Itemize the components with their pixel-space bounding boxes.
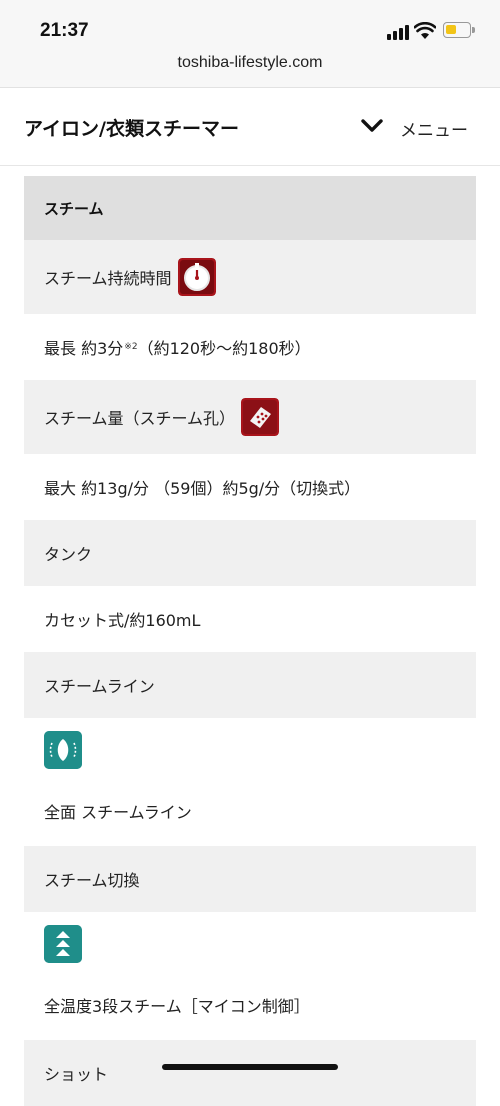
three-level-steam-icon [44,925,82,963]
steam-hole-icon [241,398,280,436]
spec-value-row: 最長 約3分 ※2 （約120秒〜約180秒） [24,314,476,380]
spec-value-row: 全面 スチームライン [24,776,476,846]
spec-label: スチーム持続時間 [44,269,172,288]
spec-label-row: スチーム量（スチーム孔） [24,380,476,454]
spec-value-row: 全温度3段スチーム［マイコン制御］ [24,970,476,1040]
spec-value: カセット式/約160mL [44,611,201,630]
spec-value: 全面 スチームライン [44,803,192,822]
spec-table: スチーム スチーム持続時間 最長 約3分 ※2 （約120秒〜約180秒） スチ… [24,176,476,1106]
section-title: スチーム [24,176,476,240]
spec-label: タンク [44,545,93,564]
spec-label-row: スチーム切換 [24,846,476,912]
spec-value-row: 最大 約13g/分 （59個）約5g/分（切換式） [24,454,476,520]
spec-value: 最長 約3分 [44,339,124,358]
spec-value: 最大 約13g/分 （59個）約5g/分（切換式） [44,479,361,498]
spec-label: スチームライン [44,677,155,696]
menu-label: メニュー [400,121,468,141]
menu-button[interactable]: メニュー [356,110,480,144]
spec-icon-row [24,912,476,970]
spec-value-detail: （約120秒〜約180秒） [137,339,311,358]
cellular-signal-icon [387,24,409,40]
site-header: アイロン/衣類スチーマー メニュー [0,88,500,166]
chevron-down-icon [361,119,383,132]
page-title: アイロン/衣類スチーマー [24,118,239,140]
spec-label-row: スチームライン [24,652,476,718]
browser-status-bar: 21:37 toshiba-lifestyle.com [0,0,500,88]
steam-line-icon [44,731,82,769]
spec-label: ショット [44,1065,109,1084]
address-bar-url[interactable]: toshiba-lifestyle.com [0,54,500,72]
spec-label: スチーム切換 [44,871,140,890]
stopwatch-icon [177,258,216,296]
spec-label-row: タンク [24,520,476,586]
spec-value-row: カセット式/約160mL [24,586,476,652]
spec-label-row: スチーム持続時間 [24,240,476,314]
spec-label-row: ショット [24,1040,476,1106]
home-indicator[interactable] [162,1064,338,1070]
wifi-icon [414,22,436,39]
footnote-marker[interactable]: ※2 [124,342,137,352]
spec-value: 全温度3段スチーム［マイコン制御］ [44,997,310,1016]
status-time: 21:37 [40,20,89,41]
battery-icon [443,22,475,38]
spec-label: スチーム量（スチーム孔） [44,409,236,428]
spec-icon-row [24,718,476,776]
